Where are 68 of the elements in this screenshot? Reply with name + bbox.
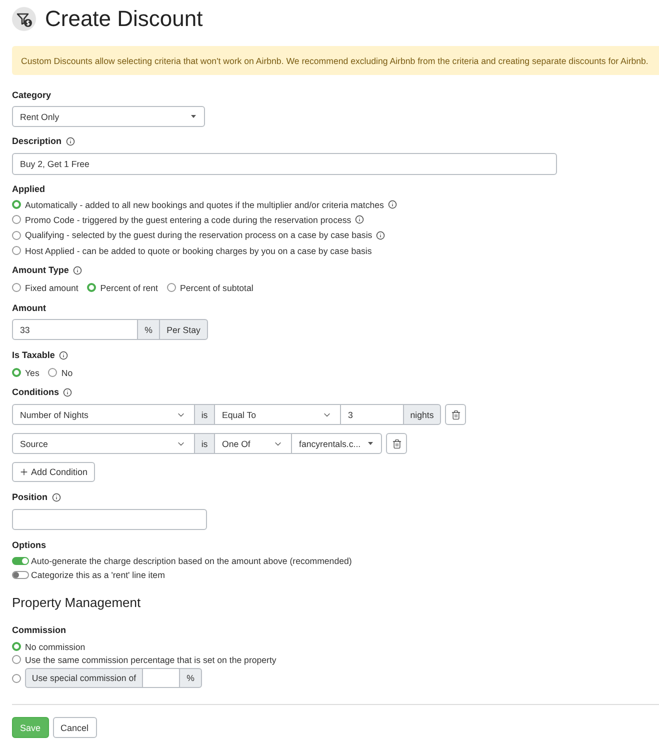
caret-icon: [191, 115, 196, 118]
alert-message: Custom Discounts allow selecting criteria that won't work on Airbnb. We recommend excluding Airbnb from the criteria and creating separate discounts for Airbnb.: [12, 46, 659, 75]
radio-button[interactable]: [12, 674, 21, 683]
unit-addon: %: [179, 668, 202, 688]
field-label: Is Taxable: [12, 350, 55, 360]
radio-label: Yes: [25, 368, 40, 378]
radio-label: No: [61, 368, 73, 378]
toggle-switch[interactable]: [12, 557, 29, 566]
delete-button[interactable]: [386, 433, 407, 454]
field-label: Category: [12, 90, 52, 100]
description-input[interactable]: Buy 2, Get 1 Free: [12, 153, 557, 175]
radio-button[interactable]: [12, 655, 21, 664]
radio-label: Promo Code - triggered by the guest entering a code during the reservation process: [25, 214, 352, 225]
page-title: Create Discount: [45, 6, 203, 32]
radio-button[interactable]: [87, 283, 96, 292]
position-input[interactable]: [12, 509, 207, 530]
unit-addon: %: [137, 319, 160, 340]
radio-button[interactable]: [12, 215, 21, 224]
radio-label: Host Applied - can be added to quote or booking charges by you on a case by case basis: [25, 246, 372, 256]
unit-addon: nights: [403, 404, 441, 426]
radio-button[interactable]: [12, 368, 21, 378]
field-label: Options: [12, 540, 46, 550]
section-title: Property Management: [12, 595, 142, 612]
field-label: Conditions: [12, 387, 59, 398]
field-label: Applied: [12, 184, 45, 194]
field-label: Amount: [12, 303, 46, 314]
radio-button[interactable]: [12, 283, 21, 292]
toggle-label: Categorize this as a 'rent' line item: [31, 570, 165, 580]
radio-label: Percent of rent: [100, 282, 158, 293]
radio-label: Fixed amount: [25, 282, 78, 293]
plus-icon: [19, 467, 29, 478]
toggle-switch[interactable]: [12, 571, 29, 580]
field-label: Commission: [12, 625, 66, 636]
comparison-select[interactable]: Equal To: [214, 404, 341, 426]
amount-input[interactable]: 33: [12, 319, 138, 340]
condition-field-select[interactable]: Number of Nights: [12, 404, 195, 426]
radio-label: No commission: [25, 642, 86, 652]
field-label: Amount Type: [12, 265, 69, 276]
caret-icon: [368, 442, 373, 446]
radio-button[interactable]: [12, 246, 21, 256]
condition-field-select[interactable]: Source: [12, 433, 195, 454]
radio-button[interactable]: [12, 642, 21, 652]
radio-button[interactable]: [48, 368, 58, 378]
add-condition-button[interactable]: Add Condition: [12, 462, 95, 482]
category-select[interactable]: Rent Only: [12, 106, 205, 127]
radio-label: Qualifying - selected by the guest during the reservation process on a case by case basis: [25, 230, 372, 240]
source-multiselect[interactable]: fancyrentals.c...: [291, 433, 382, 454]
radio-label: Use the same commission percentage that is set on the property: [25, 654, 276, 665]
filter-dollar-icon: [12, 7, 36, 31]
cancel-button[interactable]: Cancel: [52, 717, 97, 738]
toggle-label: Auto-generate the charge description based on the amount above (recommended): [31, 556, 352, 566]
condition-value-input[interactable]: 3: [340, 404, 404, 426]
field-label: Description: [12, 136, 62, 146]
trash-icon: [450, 410, 460, 420]
radio-label: Automatically - added to all new bookings and quotes if the multiplier and/or criteria matches: [25, 200, 384, 210]
radio-button[interactable]: [12, 200, 21, 210]
radio-button[interactable]: [167, 283, 176, 292]
field-label: Position: [12, 492, 48, 502]
commission-input[interactable]: [142, 668, 180, 688]
commission-addon: Use special commission of: [25, 668, 143, 688]
operator-addon: is: [194, 433, 215, 454]
comparison-select[interactable]: One Of: [214, 433, 292, 454]
operator-addon: is: [194, 404, 215, 426]
radio-button[interactable]: [12, 230, 21, 240]
period-addon: Per Stay: [159, 319, 208, 340]
trash-icon: [392, 438, 402, 449]
radio-label: Percent of subtotal: [180, 282, 254, 293]
delete-button[interactable]: [445, 404, 466, 426]
